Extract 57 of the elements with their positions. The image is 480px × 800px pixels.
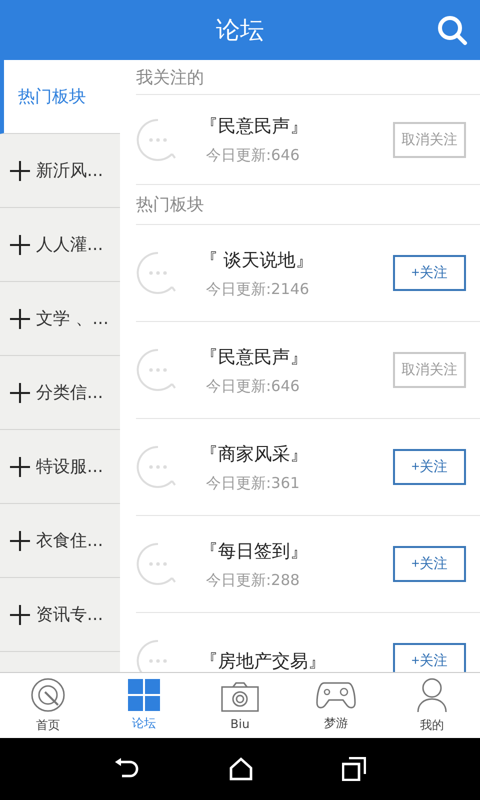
sidebar-label: 热门板块 [18,86,86,108]
board-name: 『民意民声』 [200,115,308,138]
sidebar-label: 特设服... [36,456,104,478]
plus-icon [10,308,30,328]
plus-icon [10,160,30,180]
sidebar-label: 新沂风... [36,160,104,182]
follow-button[interactable]: +关注 [393,546,466,582]
board-row[interactable]: 『每日签到』 今日更新:288 +关注 [136,516,480,613]
sidebar-label: 衣食住... [36,530,104,552]
sidebar-label: 人人灌... [36,234,104,256]
board-row[interactable]: 『 谈天说地』 今日更新:2146 +关注 [136,225,480,322]
page-title: 论坛 [216,15,264,46]
sidebar-label: 文学 、... [36,308,109,330]
tab-item[interactable]: 我的 [384,673,480,738]
tab-item[interactable]: 首页 [0,673,96,738]
plus-icon [10,456,30,476]
sidebar-item[interactable]: 热门板块 [0,60,120,134]
plus-icon [10,382,30,402]
update-count: 今日更新:361 [206,474,300,492]
board-row[interactable]: 『民意民声』 今日更新:646 取消关注 [136,95,480,185]
tab-item[interactable]: 论坛 [96,673,192,738]
follow-button[interactable]: +关注 [393,643,466,672]
tab-label: 梦游 [324,715,348,732]
tab-label: 首页 [36,717,60,734]
back-icon[interactable] [114,758,140,780]
section-title: 热门板块 [136,194,204,216]
board-name: 『商家风采』 [200,442,308,466]
section-title: 我关注的 [136,66,204,88]
update-count: 今日更新:646 [206,146,300,165]
tab-item[interactable]: Biu [192,673,288,738]
plus-icon [10,604,30,624]
board-name: 『 谈天说地』 [200,248,314,272]
target-icon [30,677,66,713]
search-button[interactable] [436,14,468,46]
tab-label: 论坛 [132,715,156,732]
update-count: 今日更新:288 [206,570,300,590]
tab-label: 我的 [420,717,444,734]
home-icon[interactable] [228,757,253,781]
user-icon [417,677,447,713]
plus-icon [10,234,30,254]
board-name: 『房地产交易』 [200,650,326,672]
camera-icon [221,680,259,712]
follow-button[interactable]: +关注 [393,449,466,485]
tab-item[interactable]: 梦游 [288,673,384,738]
follow-button[interactable]: +关注 [393,255,466,291]
tab-label: Biu [230,716,250,730]
board-row[interactable]: 『商家风采』 今日更新:361 +关注 [136,419,480,516]
sidebar-label: 资讯专... [36,604,104,626]
board-row[interactable]: 『民意民声』 今日更新:646 取消关注 [136,322,480,419]
plus-icon [10,530,30,550]
board-name: 『每日签到』 [200,540,308,562]
update-count: 今日更新:2146 [206,280,310,298]
board-name: 『民意民声』 [200,346,308,368]
recent-apps-icon[interactable] [342,757,366,781]
grid-icon [128,679,160,711]
update-count: 今日更新:646 [206,376,300,396]
sidebar-label: 分类信... [36,382,104,404]
